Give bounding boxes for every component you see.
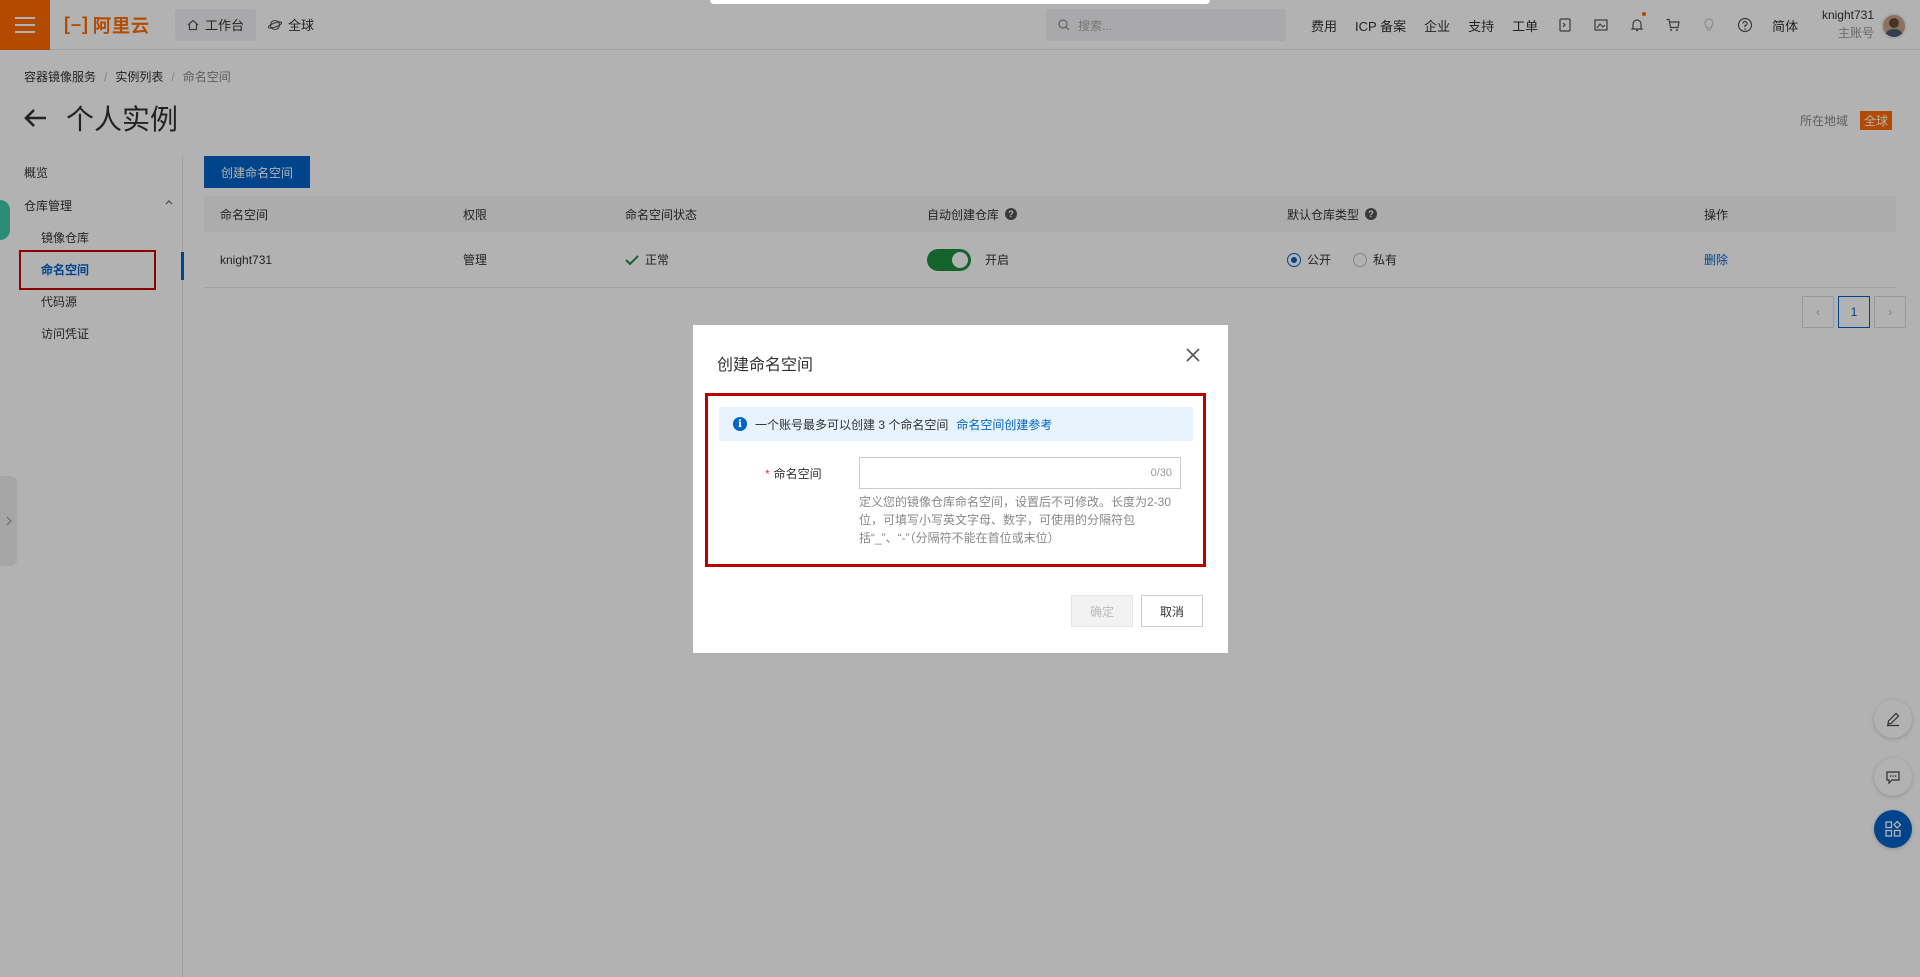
confirm-button[interactable]: 确定 xyxy=(1071,595,1133,627)
top-strip xyxy=(710,0,1210,4)
info-icon: i xyxy=(733,417,747,431)
info-text: 一个账号最多可以创建 3 个命名空间 xyxy=(755,417,949,432)
namespace-char-counter: 0/30 xyxy=(1150,467,1172,479)
required-mark: * xyxy=(765,467,770,481)
namespace-field-label: * 命名空间 xyxy=(765,465,822,482)
namespace-input-wrapper: 0/30 xyxy=(859,457,1181,489)
info-reference-link[interactable]: 命名空间创建参考 xyxy=(956,416,1052,433)
cancel-button[interactable]: 取消 xyxy=(1141,595,1203,627)
close-icon[interactable] xyxy=(1183,345,1203,365)
namespace-field-label-text: 命名空间 xyxy=(773,467,822,481)
namespace-input[interactable] xyxy=(860,458,1130,488)
info-notice: i 一个账号最多可以创建 3 个命名空间 命名空间创建参考 xyxy=(719,407,1193,441)
namespace-help-text: 定义您的镜像仓库命名空间，设置后不可修改。长度为2-30位，可填写小写英文字母、… xyxy=(859,495,1172,545)
create-namespace-dialog: 创建命名空间 i 一个账号最多可以创建 3 个命名空间 命名空间创建参考 * 命名… xyxy=(693,325,1228,653)
dialog-title: 创建命名空间 xyxy=(717,357,814,374)
